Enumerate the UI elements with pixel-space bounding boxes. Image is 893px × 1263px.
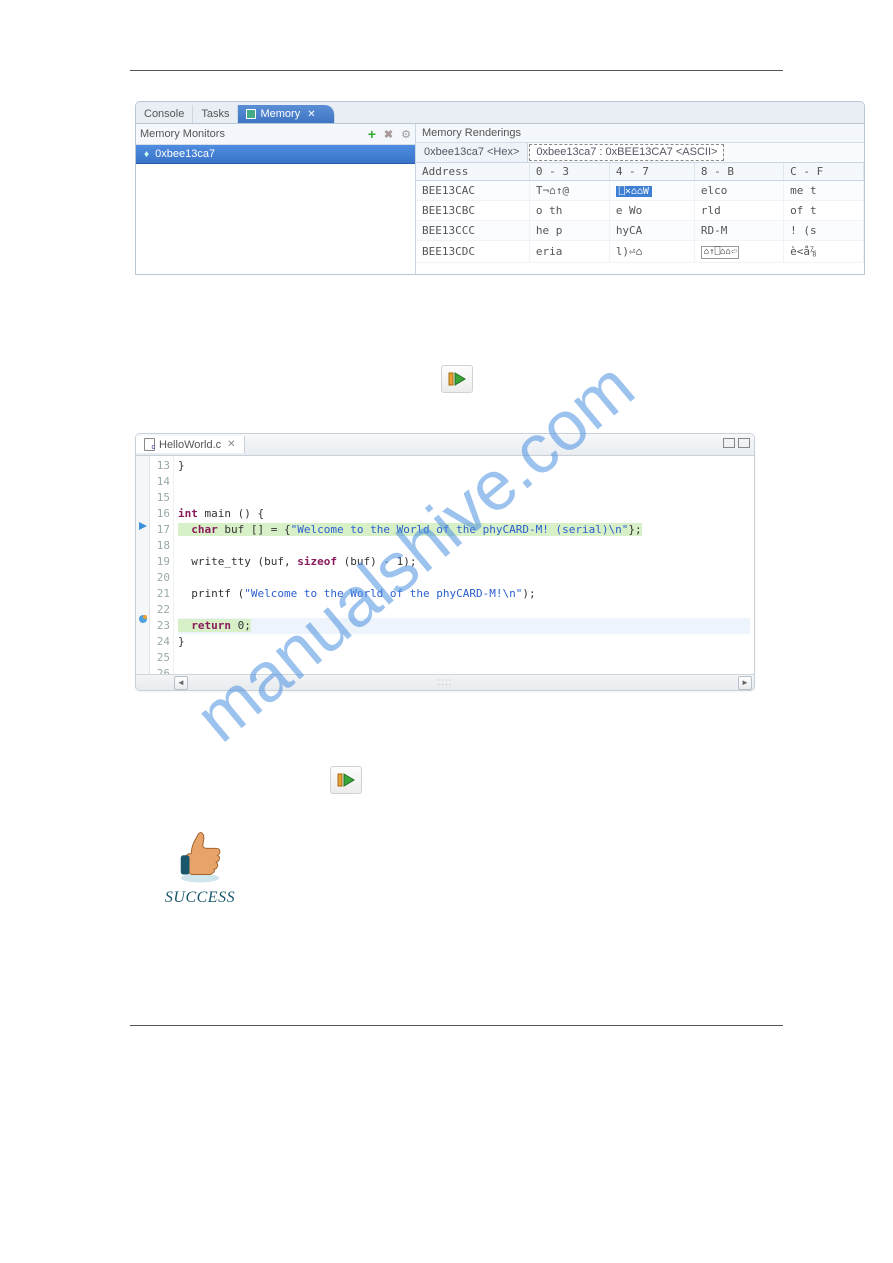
close-icon[interactable]: ✕ xyxy=(227,439,235,450)
selected-cell: ⎕×⌂⌂W xyxy=(616,186,652,197)
success-badge: SUCCESS xyxy=(150,829,250,907)
memory-table: Address 0 - 3 4 - 7 8 - B C - F BEE13CAC… xyxy=(416,163,864,263)
step-over-icon xyxy=(337,772,355,788)
scroll-grip-icon[interactable]: :::: xyxy=(437,677,452,688)
scroll-right-icon[interactable]: ► xyxy=(738,676,752,690)
memory-monitors-label: Memory Monitors xyxy=(140,128,225,140)
col-c-f: C - F xyxy=(784,163,864,181)
top-rule xyxy=(130,70,783,71)
resume-icon xyxy=(448,371,466,387)
code-area[interactable]: } int main () { char buf [] = {"Welcome … xyxy=(174,456,754,674)
bullet-icon: ♦ xyxy=(144,149,149,160)
step-over-button[interactable] xyxy=(330,766,362,794)
col-address: Address xyxy=(416,163,529,181)
memory-renderings-label: Memory Renderings xyxy=(416,124,864,143)
code-editor-panel: HelloWorld.c ✕ 13 14 15 16 17 18 19 xyxy=(135,433,755,691)
line-number-column: 13 14 15 16 17 18 19 20 21 22 23 24 25 2… xyxy=(150,456,174,674)
col-4-7: 4 - 7 xyxy=(609,163,694,181)
tab-memory-label: Memory xyxy=(260,108,300,120)
monitor-address: 0xbee13ca7 xyxy=(155,148,215,160)
tab-memory[interactable]: Memory ✕ xyxy=(238,105,334,123)
scroll-left-icon[interactable]: ◄ xyxy=(174,676,188,690)
tab-tasks[interactable]: Tasks xyxy=(193,105,238,123)
rendering-tab-ascii[interactable]: 0xbee13ca7 : 0xBEE13CA7 <ASCII> xyxy=(529,144,724,161)
col-0-3: 0 - 3 xyxy=(529,163,609,181)
window-controls xyxy=(723,438,750,448)
breakpoint-marker-icon xyxy=(138,614,148,624)
table-row[interactable]: BEE13CCC he p hyCA RD-M ! (s xyxy=(416,221,864,241)
bottom-rule xyxy=(130,1025,783,1026)
memory-panel-tabs: Console Tasks Memory ✕ xyxy=(136,102,864,124)
memory-icon xyxy=(246,109,256,119)
current-line-marker-icon xyxy=(138,521,148,531)
memory-monitors-pane: Memory Monitors + ✖ ⚙ ♦ 0xbee13ca7 xyxy=(136,124,416,274)
maximize-icon[interactable] xyxy=(738,438,750,448)
memory-view-panel: Console Tasks Memory ✕ Memory Monitors +… xyxy=(135,101,865,275)
add-monitor-icon[interactable]: + xyxy=(368,126,376,142)
table-row[interactable]: BEE13CDC eria l)⏎⌂ ⌂↑⎕⌂⌂⏎ è<å⅞ xyxy=(416,241,864,263)
configure-icon[interactable]: ⚙ xyxy=(401,128,411,141)
horizontal-scrollbar[interactable]: ◄ :::: ► xyxy=(136,674,754,690)
memory-monitor-item[interactable]: ♦ 0xbee13ca7 xyxy=(136,145,415,164)
col-8-b: 8 - B xyxy=(694,163,783,181)
tab-console[interactable]: Console xyxy=(136,105,193,123)
table-row[interactable]: BEE13CBC o th e Wo rld of t xyxy=(416,201,864,221)
success-label: SUCCESS xyxy=(165,889,235,907)
minimize-icon[interactable] xyxy=(723,438,735,448)
c-file-icon xyxy=(144,438,155,451)
close-icon[interactable]: ✕ xyxy=(307,109,315,120)
marker-column xyxy=(136,456,150,674)
remove-monitor-icon[interactable]: ✖ xyxy=(384,128,393,141)
table-row[interactable]: BEE13CAC T¬⌂↑@ ⎕×⌂⌂W elco me t xyxy=(416,181,864,201)
thumbs-up-icon xyxy=(172,829,228,885)
editor-tab[interactable]: HelloWorld.c ✕ xyxy=(136,436,245,453)
resume-button[interactable] xyxy=(441,365,473,393)
rendering-tab-hex[interactable]: 0xbee13ca7 <Hex> xyxy=(416,143,528,162)
memory-renderings-pane: Memory Renderings 0xbee13ca7 <Hex> 0xbee… xyxy=(416,124,864,274)
editor-filename: HelloWorld.c xyxy=(159,439,221,451)
